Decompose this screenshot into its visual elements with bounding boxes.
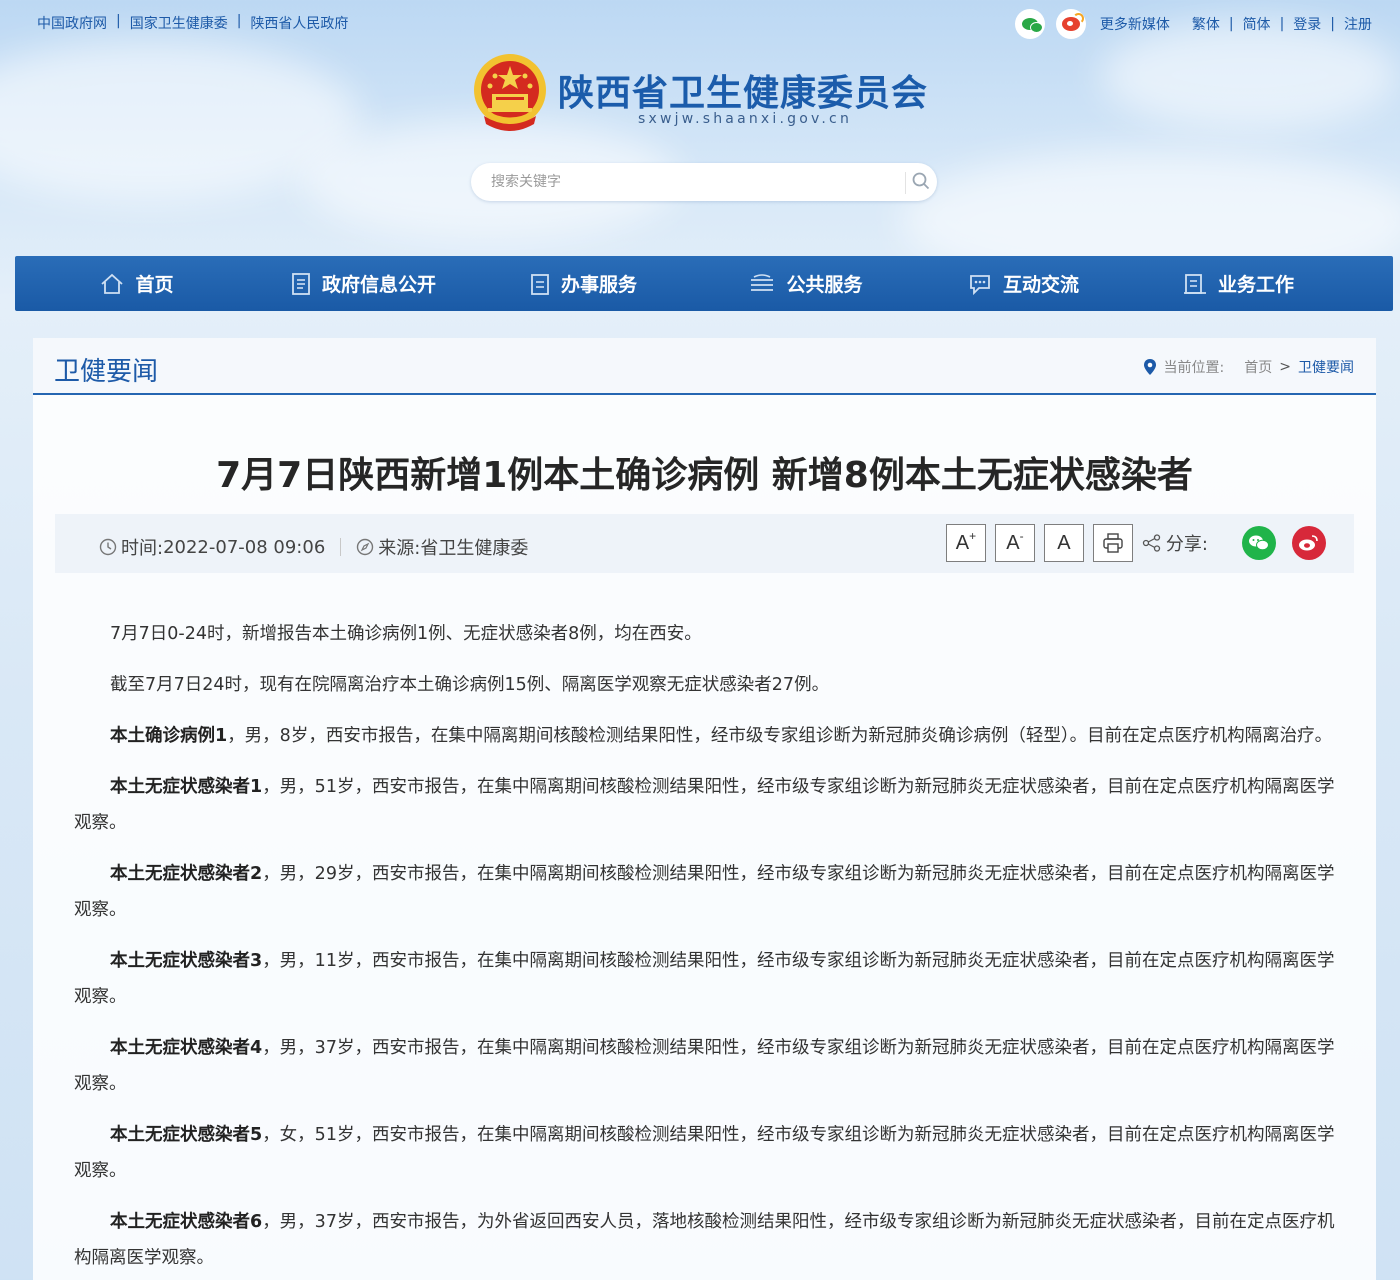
home-icon xyxy=(101,273,124,294)
breadcrumb: 当前位置: 首页 > 卫健要闻 xyxy=(1143,357,1354,377)
nav-public-service-label: 公共服务 xyxy=(786,274,863,296)
article-paragraph: 本土无症状感染者2，男，29岁，西安市报告，在集中隔离期间核酸检测结果阳性，经市… xyxy=(74,864,1335,920)
source-label: 来源: xyxy=(378,538,421,559)
national-emblem-icon xyxy=(474,54,546,131)
service-icon xyxy=(751,273,774,291)
wechat-icon xyxy=(1249,535,1269,551)
separator: | xyxy=(1228,16,1234,32)
separator: | xyxy=(1330,16,1335,32)
font-smaller-button[interactable]: A- xyxy=(994,524,1035,562)
nav-business-label: 业务工作 xyxy=(1217,274,1294,296)
article-paragraph: 本土无症状感染者5，女，51岁，西安市报告，在集中隔离期间核酸检测结果阳性，经市… xyxy=(74,1125,1335,1181)
link-nhc[interactable]: 国家卫生健康委 xyxy=(130,13,228,33)
link-simplified[interactable]: 简体 xyxy=(1243,14,1271,34)
article-title: 7月7日陕西新增1例本土确诊病例 新增8例本土无症状感染者 xyxy=(216,455,1193,496)
search-input[interactable] xyxy=(491,163,891,201)
search-button[interactable] xyxy=(905,172,930,194)
search-icon xyxy=(912,172,930,190)
chat-icon xyxy=(970,274,990,295)
link-login[interactable]: 登录 xyxy=(1293,14,1321,34)
document-icon xyxy=(292,272,310,295)
article-meta-bar: 时间: 2022-07-08 09:06 来源: 省卫生健康委 A + A- A … xyxy=(55,514,1354,573)
top-bar: 中国政府网 | 国家卫生健康委 | 陕西省人民政府 更多新媒体 繁体 | 简体 … xyxy=(0,0,1400,44)
gov-links: 中国政府网 | 国家卫生健康委 | 陕西省人民政府 xyxy=(37,13,348,33)
nav-gov-info-label: 政府信息公开 xyxy=(321,274,436,296)
compass-icon xyxy=(357,538,374,556)
article-paragraph: 本土无症状感染者3，男，11岁，西安市报告，在集中隔离期间核酸检测结果阳性，经市… xyxy=(74,951,1335,1007)
clock-icon xyxy=(99,538,117,556)
link-more-media[interactable]: 更多新媒体 xyxy=(1100,14,1170,34)
weibo-icon[interactable] xyxy=(1055,9,1086,39)
nav-interaction[interactable]: 互动交流 xyxy=(913,256,1133,311)
share-wechat-button[interactable] xyxy=(1242,526,1276,560)
share-icon xyxy=(1142,534,1161,552)
article-paragraph: 本土无症状感染者4，男，37岁，西安市报告，在集中隔离期间核酸检测结果阳性，经市… xyxy=(74,1038,1335,1094)
section-header: 卫健要闻 当前位置: 首页 > 卫健要闻 xyxy=(33,338,1376,395)
separator: | xyxy=(1279,16,1285,32)
nav-services-label: 办事服务 xyxy=(560,274,637,296)
time-label: 时间: xyxy=(121,538,164,559)
nav-interaction-label: 互动交流 xyxy=(1002,274,1079,296)
site-title: 陕西省卫生健康委员会 xyxy=(558,72,929,114)
link-shaanxi-gov[interactable]: 陕西省人民政府 xyxy=(250,13,348,33)
article-paragraph: 7月7日0-24时，新增报告本土确诊病例1例、无症状感染者8例，均在西安。 xyxy=(110,624,702,644)
nav-business[interactable]: 业务工作 xyxy=(1133,256,1343,311)
site-domain: sxwjw.shaanxi.gov.cn xyxy=(638,111,853,127)
briefcase-icon xyxy=(1183,273,1206,294)
link-gov-cn[interactable]: 中国政府网 xyxy=(37,13,107,33)
article-tools: A + A- A 分享: xyxy=(945,524,1326,562)
printer-icon xyxy=(1103,533,1123,553)
nav-gov-info[interactable]: 政府信息公开 xyxy=(258,256,468,311)
link-register[interactable]: 注册 xyxy=(1344,14,1372,34)
wechat-icon[interactable] xyxy=(1014,9,1045,39)
clipboard-icon xyxy=(531,273,549,295)
print-button[interactable] xyxy=(1092,524,1133,562)
article-paragraph: 本土无症状感染者1，男，51岁，西安市报告，在集中隔离期间核酸检测结果阳性，经市… xyxy=(74,777,1335,833)
breadcrumb-home[interactable]: 首页 xyxy=(1244,357,1272,377)
article-body: 7月7日0-24时，新增报告本土确诊病例1例、无症状感染者8例，均在西安。 截至… xyxy=(74,616,1344,1280)
location-pin-icon xyxy=(1143,359,1156,375)
nav-public-service[interactable]: 公共服务 xyxy=(698,256,913,311)
font-normal-button[interactable]: A xyxy=(1043,524,1084,562)
separator: | xyxy=(116,13,121,29)
link-traditional[interactable]: 繁体 xyxy=(1192,14,1220,34)
main-nav: 首页 政府信息公开 办事服务 公共服务 互动交流 业务工作 xyxy=(15,256,1393,311)
share-label: 分享: xyxy=(1142,530,1208,556)
account-links: 更多新媒体 繁体 | 简体 | 登录 | 注册 xyxy=(1014,9,1372,39)
publish-time: 2022-07-08 09:06 xyxy=(163,536,326,558)
source-value: 省卫生健康委 xyxy=(420,538,529,559)
article-meta: 时间: 2022-07-08 09:06 来源: 省卫生健康委 xyxy=(99,534,528,560)
search-box xyxy=(471,163,937,201)
share-weibo-button[interactable] xyxy=(1292,526,1326,560)
separator: | xyxy=(236,13,242,29)
article-paragraph: 截至7月7日24时，现有在院隔离治疗本土确诊病例15例、隔离医学观察无症状感染者… xyxy=(110,675,830,695)
breadcrumb-label: 当前位置: xyxy=(1163,360,1225,376)
weibo-icon xyxy=(1299,535,1318,551)
breadcrumb-separator: > xyxy=(1279,359,1291,375)
article-paragraph: 本土无症状感染者6，男，37岁，西安市报告，为外省返回西安人员，落地核酸检测结果… xyxy=(74,1212,1335,1268)
nav-services[interactable]: 办事服务 xyxy=(468,256,698,311)
nav-home-label: 首页 xyxy=(135,274,174,296)
nav-home[interactable]: 首页 xyxy=(15,256,258,311)
meta-divider xyxy=(340,538,342,556)
section-title: 卫健要闻 xyxy=(54,357,159,387)
font-larger-button[interactable]: A + xyxy=(945,524,986,562)
breadcrumb-current[interactable]: 卫健要闻 xyxy=(1298,357,1354,377)
article-paragraph: 本土确诊病例1，男，8岁，西安市报告，在集中隔离期间核酸检测结果阳性，经市级专家… xyxy=(110,726,1333,746)
content-panel: 卫健要闻 当前位置: 首页 > 卫健要闻 7月7日陕西新增1例本土确诊病例 新增… xyxy=(33,338,1376,1280)
